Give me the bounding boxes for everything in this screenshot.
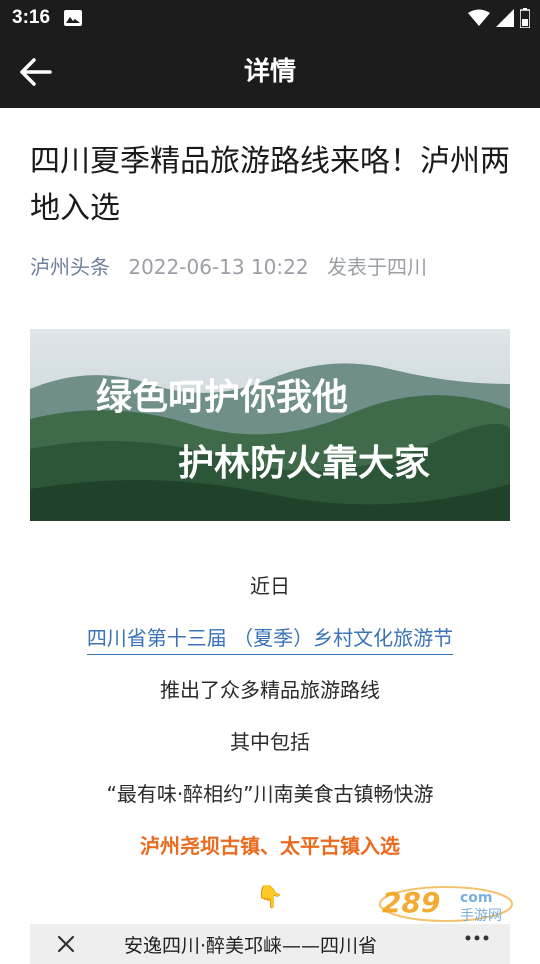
banner-text-line2: 护林防火靠大家 xyxy=(178,443,430,484)
body-line: “最有味·醉相约”川南美食古镇畅快游 xyxy=(106,782,434,806)
page-title: 详情 xyxy=(243,57,296,87)
festival-link-line: 四川省第十三届 （夏季）乡村文化旅游节 xyxy=(0,612,540,664)
watermark-tagline: 手游网 xyxy=(460,908,502,924)
festival-link[interactable]: 四川省第十三届 （夏季）乡村文化旅游节 xyxy=(86,626,454,655)
site-watermark-logo: 289 com 手游网 xyxy=(379,886,513,924)
body-line: 其中包括 xyxy=(230,730,310,754)
watermark-suffix: com xyxy=(460,890,493,906)
body-line: 近日 xyxy=(250,574,290,598)
back-arrow-icon[interactable] xyxy=(18,56,54,88)
banner-image: 绿色呵护你我他 护林防火靠大家 xyxy=(30,329,510,521)
signal-icon xyxy=(496,9,514,27)
gallery-notification-icon xyxy=(64,10,83,26)
mini-program-bar: 安逸四川·醉美邛崃——四川省 xyxy=(30,924,510,964)
highlight-line: 泸州尧坝古镇、太平古镇入选 xyxy=(140,834,400,858)
article-body: 近日 四川省第十三届 （夏季）乡村文化旅游节 推出了众多精品旅游路线 其中包括 … xyxy=(0,560,540,924)
wifi-icon xyxy=(468,9,490,26)
banner-text-line1: 绿色呵护你我他 xyxy=(96,377,348,418)
watermark-brand: 289 xyxy=(382,886,440,919)
status-bar: 3:16 xyxy=(0,0,540,36)
status-time: 3:16 xyxy=(12,7,51,28)
more-options-icon[interactable] xyxy=(464,934,490,942)
mini-bar-title[interactable]: 安逸四川·醉美邛崃——四川省 xyxy=(124,931,424,958)
article-title: 四川夏季精品旅游路线来咯！泸州两地入选 xyxy=(30,144,510,226)
status-icons xyxy=(468,0,530,36)
battery-icon xyxy=(520,8,530,28)
article-location: 发表于四川 xyxy=(326,255,427,279)
close-icon[interactable] xyxy=(54,932,78,956)
app-bar: 详情 xyxy=(0,36,540,108)
article-source[interactable]: 泸州头条 xyxy=(30,255,110,279)
article-meta: 泸州头条 2022-06-13 10:22 发表于四川 xyxy=(30,251,427,280)
body-line: 推出了众多精品旅游路线 xyxy=(160,678,380,702)
article-date: 2022-06-13 10:22 xyxy=(128,255,309,279)
